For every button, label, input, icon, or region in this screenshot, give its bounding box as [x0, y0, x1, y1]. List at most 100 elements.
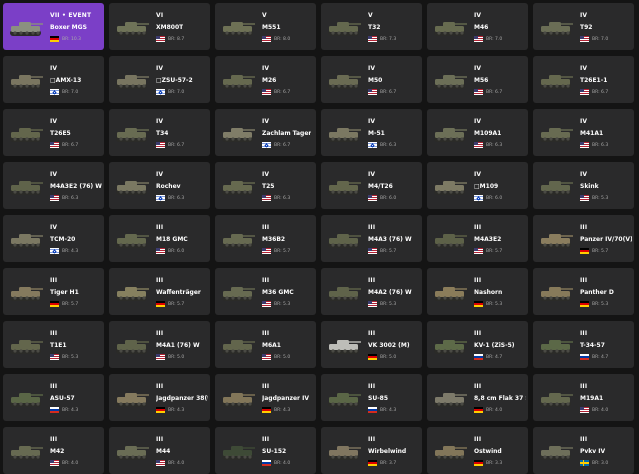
- vehicle-rank: III: [368, 224, 376, 231]
- vehicle-battle-rating: BR: 10.3: [62, 36, 82, 42]
- vehicle-card-jagdpanzer-iv[interactable]: III Jagdpanzer IV BR: 4.3: [215, 374, 316, 421]
- vehicle-rank: III: [474, 436, 482, 443]
- germany-flag-icon: [156, 407, 165, 413]
- vehicle-rank: IV: [474, 12, 482, 19]
- vehicle-card-ostwind[interactable]: III Ostwind BR: 3.3: [427, 427, 528, 474]
- vehicle-card-m19a1[interactable]: III M19A1 BR: 4.0: [533, 374, 634, 421]
- vehicle-card-xm800t[interactable]: VI XM800T BR: 8.7: [109, 3, 210, 50]
- vehicle-name: ASU-57: [50, 395, 75, 402]
- vehicle-card-boxer-mgs[interactable]: VII • EVENT Boxer MGS BR: 10.3: [3, 3, 104, 50]
- vehicle-card-t-34-57[interactable]: III T-34-57 BR: 4.7: [533, 321, 634, 368]
- vehicle-card-amx-13[interactable]: IV □AMX-13 BR: 7.0: [3, 56, 104, 103]
- tank-thumbnail-icon: [222, 234, 255, 248]
- vehicle-card-zsu-57-2[interactable]: IV □ZSU-57-2 BR: 7.0: [109, 56, 210, 103]
- vehicle-card-su-85[interactable]: III SU-85 BR: 4.3: [321, 374, 422, 421]
- vehicle-rank: IV: [262, 118, 270, 125]
- vehicle-card-m36b2[interactable]: III M36B2 BR: 5.7: [215, 215, 316, 262]
- vehicle-card-vk-3002-m[interactable]: III VK 3002 (M) BR: 5.0: [321, 321, 422, 368]
- vehicle-card-8-8-cm-flak-37-sfl[interactable]: III 8,8 cm Flak 37 Sfl. BR: 4.0: [427, 374, 528, 421]
- tank-thumbnail-icon: [116, 181, 149, 195]
- vehicle-card-m4a3e2[interactable]: III M4A3E2 BR: 5.7: [427, 215, 528, 262]
- vehicle-card-nashorn[interactable]: III Nashorn BR: 5.3: [427, 268, 528, 315]
- vehicle-br-line: BR: 4.7: [580, 354, 608, 360]
- vehicle-card-t26e1-1[interactable]: IV T26E1-1 BR: 6.7: [533, 56, 634, 103]
- usa-flag-icon: [156, 354, 165, 360]
- vehicle-card-zachlam-tager[interactable]: IV Zachlam Tager BR: 6.7: [215, 109, 316, 156]
- vehicle-br-line: BR: 3.0: [580, 460, 608, 466]
- vehicle-card-tiger-h1[interactable]: III Tiger H1 BR: 5.7: [3, 268, 104, 315]
- vehicle-card-tcm-20[interactable]: IV TCM-20 BR: 4.3: [3, 215, 104, 262]
- vehicle-name: M41A1: [580, 130, 604, 137]
- vehicle-card-m-51[interactable]: IV M-51 BR: 6.3: [321, 109, 422, 156]
- vehicle-card-panther-d[interactable]: III Panther D BR: 5.3: [533, 268, 634, 315]
- vehicle-card-skink[interactable]: IV Skink BR: 5.3: [533, 162, 634, 209]
- vehicle-rank: III: [580, 383, 588, 390]
- vehicle-card-waffentr-ger[interactable]: III Waffenträger BR: 5.7: [109, 268, 210, 315]
- tank-thumbnail-icon: [328, 22, 361, 36]
- vehicle-battle-rating: BR: 7.3: [380, 36, 397, 42]
- vehicle-battle-rating: BR: 5.3: [486, 301, 503, 307]
- vehicle-card-m18-gmc[interactable]: III M18 GMC BR: 6.0: [109, 215, 210, 262]
- vehicle-card-m41a1[interactable]: IV M41A1 BR: 6.3: [533, 109, 634, 156]
- vehicle-br-line: BR: 3.3: [474, 460, 502, 466]
- vehicle-card-m56[interactable]: IV M56 BR: 6.7: [427, 56, 528, 103]
- vehicle-card-pvkv-iv[interactable]: III Pvkv IV BR: 3.0: [533, 427, 634, 474]
- vehicle-br-line: BR: 5.7: [156, 301, 184, 307]
- vehicle-br-line: BR: 7.0: [50, 89, 78, 95]
- vehicle-battle-rating: BR: 7.0: [168, 89, 185, 95]
- vehicle-card-kv-1-zis-5[interactable]: III KV-1 (ZiS-5) BR: 4.7: [427, 321, 528, 368]
- vehicle-card-m4-t26[interactable]: IV M4/T26 BR: 6.0: [321, 162, 422, 209]
- vehicle-card-t26e5[interactable]: IV T26E5 BR: 6.7: [3, 109, 104, 156]
- vehicle-rank: IV: [580, 12, 588, 19]
- vehicle-card-t32[interactable]: V T32 BR: 7.3: [321, 3, 422, 50]
- tank-thumbnail-icon: [222, 287, 255, 301]
- vehicle-battle-rating: BR: 6.3: [168, 195, 185, 201]
- vehicle-name: Waffenträger: [156, 289, 201, 296]
- vehicle-battle-rating: BR: 4.3: [62, 248, 79, 254]
- vehicle-card-m50[interactable]: IV M50 BR: 6.7: [321, 56, 422, 103]
- tank-thumbnail-icon: [434, 287, 467, 301]
- vehicle-battle-rating: BR: 5.3: [62, 354, 79, 360]
- vehicle-card-m42[interactable]: III M42 BR: 4.0: [3, 427, 104, 474]
- usa-flag-icon: [368, 89, 377, 95]
- usa-flag-icon: [50, 142, 59, 148]
- vehicle-card-m109[interactable]: IV □M109 BR: 6.0: [427, 162, 528, 209]
- vehicle-card-m551[interactable]: V M551 BR: 8.0: [215, 3, 316, 50]
- vehicle-card-m26[interactable]: IV M26 BR: 6.7: [215, 56, 316, 103]
- vehicle-battle-rating: BR: 6.3: [486, 142, 503, 148]
- vehicle-card-t92[interactable]: IV T92 BR: 7.0: [533, 3, 634, 50]
- vehicle-card-t1e1[interactable]: III T1E1 BR: 5.3: [3, 321, 104, 368]
- vehicle-card-wirbelwind[interactable]: III Wirbelwind BR: 3.7: [321, 427, 422, 474]
- vehicle-card-m4a1-76-w[interactable]: III M4A1 (76) W BR: 5.0: [109, 321, 210, 368]
- vehicle-br-line: BR: 6.7: [156, 142, 184, 148]
- vehicle-rank: III: [474, 277, 482, 284]
- vehicle-card-m6a1[interactable]: III M6A1 BR: 5.0: [215, 321, 316, 368]
- vehicle-card-m36-gmc[interactable]: III M36 GMC BR: 5.3: [215, 268, 316, 315]
- vehicle-battle-rating: BR: 6.3: [274, 195, 291, 201]
- vehicle-card-asu-57[interactable]: III ASU-57 BR: 4.3: [3, 374, 104, 421]
- vehicle-rank: III: [474, 383, 482, 390]
- vehicle-card-m109a1[interactable]: IV M109A1 BR: 6.3: [427, 109, 528, 156]
- vehicle-card-t25[interactable]: IV T25 BR: 6.3: [215, 162, 316, 209]
- usa-flag-icon: [580, 89, 589, 95]
- vehicle-card-m4a2-76-w[interactable]: III M4A2 (76) W BR: 5.3: [321, 268, 422, 315]
- vehicle-rank: IV: [580, 65, 588, 72]
- vehicle-card-t34[interactable]: IV T34 BR: 6.7: [109, 109, 210, 156]
- vehicle-card-m44[interactable]: III M44 BR: 4.0: [109, 427, 210, 474]
- vehicle-card-m46[interactable]: IV M46 BR: 7.0: [427, 3, 528, 50]
- vehicle-br-line: BR: 4.0: [156, 460, 184, 466]
- vehicle-name: M4A2 (76) W: [368, 289, 412, 296]
- vehicle-card-jagdpanzer-38-t[interactable]: III Jagdpanzer 38(t) BR: 4.3: [109, 374, 210, 421]
- vehicle-card-m4a3e2-76-w[interactable]: IV M4A3E2 (76) W BR: 6.3: [3, 162, 104, 209]
- tank-thumbnail-icon: [10, 22, 43, 36]
- vehicle-card-su-152[interactable]: III SU-152 BR: 4.0: [215, 427, 316, 474]
- vehicle-br-line: BR: 5.3: [50, 354, 78, 360]
- vehicle-rank: III: [262, 277, 270, 284]
- usa-flag-icon: [580, 195, 589, 201]
- vehicle-battle-rating: BR: 5.0: [274, 354, 291, 360]
- vehicle-card-m4a3-76-w[interactable]: III M4A3 (76) W BR: 5.7: [321, 215, 422, 262]
- vehicle-card-rochev[interactable]: IV Rochev BR: 6.3: [109, 162, 210, 209]
- vehicle-rank: V: [262, 12, 267, 19]
- vehicle-card-panzer-iv-70-v[interactable]: III Panzer IV/70(V) BR: 5.7: [533, 215, 634, 262]
- germany-flag-icon: [50, 301, 59, 307]
